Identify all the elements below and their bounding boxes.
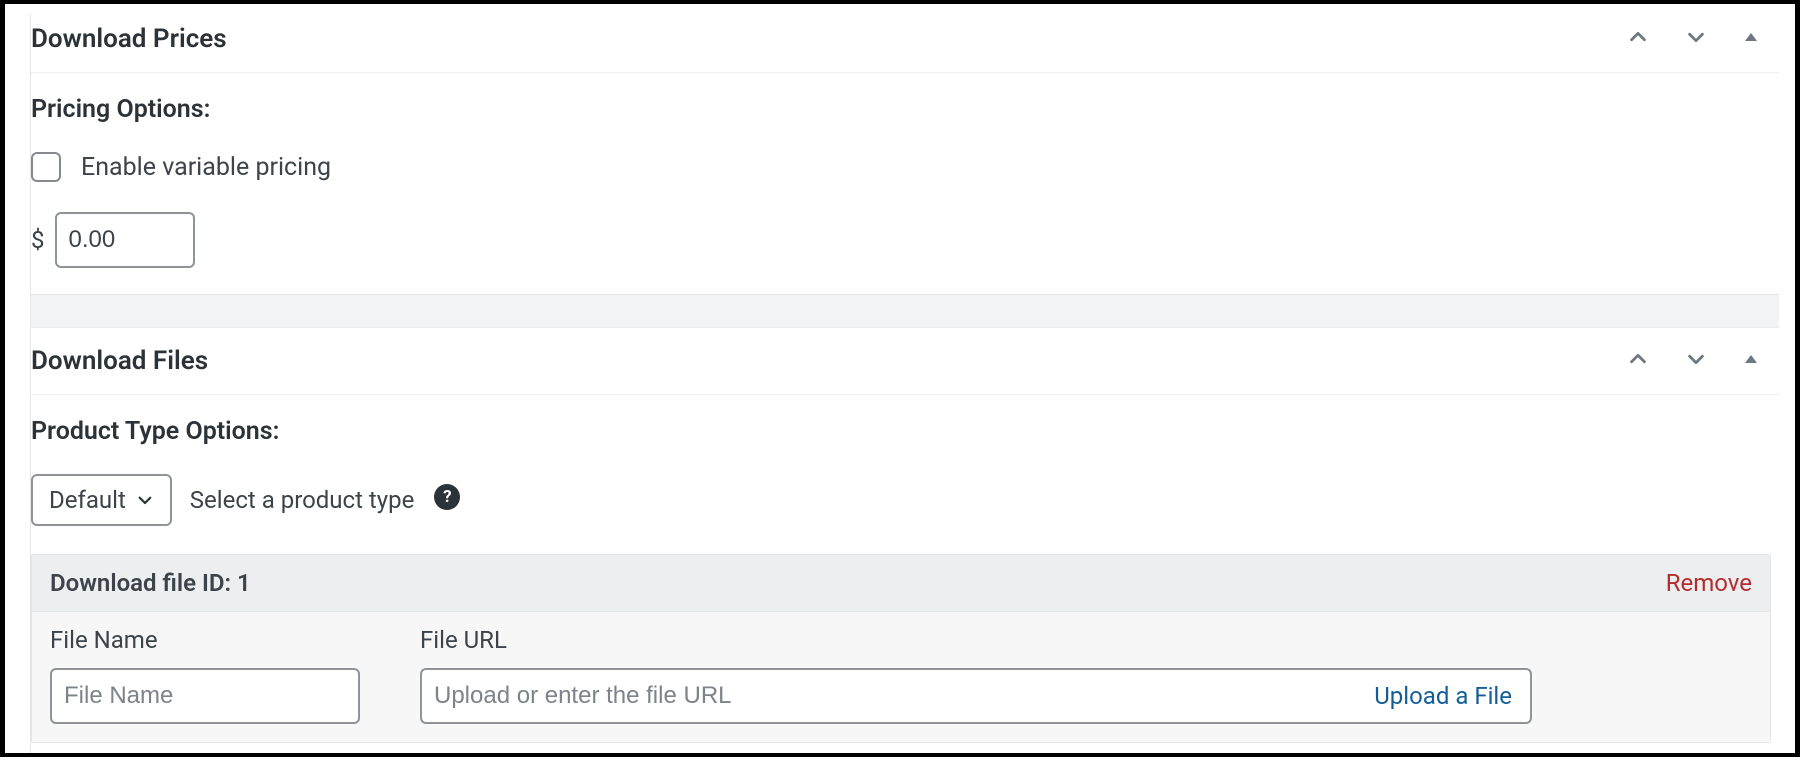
product-type-row: Default Select a product type ? xyxy=(31,474,1779,526)
download-file-id-label: Download file ID: 1 xyxy=(50,569,251,597)
panel-header-prices: Download Prices xyxy=(31,14,1779,73)
product-type-selected: Default xyxy=(49,486,126,514)
pricing-options-label: Pricing Options: xyxy=(31,95,1779,124)
panel-body-files: Product Type Options: Default Select a p… xyxy=(31,395,1779,753)
file-name-label: File Name xyxy=(50,626,360,654)
file-url-input[interactable] xyxy=(422,670,1374,722)
panel-title-files: Download Files xyxy=(31,346,208,376)
panel-controls-files xyxy=(1627,348,1779,374)
remove-file-link[interactable]: Remove xyxy=(1666,569,1752,597)
download-file-header: Download file ID: 1 Remove xyxy=(32,555,1770,612)
file-url-wrap: Upload a File xyxy=(420,668,1532,724)
download-files-panel: Download Files Product Type Options: Def… xyxy=(30,327,1779,753)
panel-title-prices: Download Prices xyxy=(31,24,227,54)
help-icon[interactable]: ? xyxy=(434,484,460,510)
product-type-select[interactable]: Default xyxy=(31,474,172,526)
download-file-body: File Name File URL Upload a File xyxy=(32,612,1770,742)
price-row: $ xyxy=(31,212,1779,268)
panel-separator xyxy=(30,295,1779,327)
move-up-icon[interactable] xyxy=(1627,26,1649,52)
chevron-down-icon xyxy=(136,491,154,509)
product-type-options-label: Product Type Options: xyxy=(31,417,1779,446)
file-url-label: File URL xyxy=(420,626,1532,654)
download-prices-panel: Download Prices Pricing Options: Enable … xyxy=(30,14,1779,295)
move-up-icon[interactable] xyxy=(1627,348,1649,374)
panel-header-files: Download Files xyxy=(31,327,1779,395)
product-type-hint: Select a product type xyxy=(190,486,415,514)
file-name-input[interactable] xyxy=(50,668,360,724)
panel-body-prices: Pricing Options: Enable variable pricing… xyxy=(31,73,1779,294)
upload-file-link[interactable]: Upload a File xyxy=(1374,682,1512,710)
move-down-icon[interactable] xyxy=(1685,26,1707,52)
variable-pricing-row: Enable variable pricing xyxy=(31,152,1779,182)
collapse-icon[interactable] xyxy=(1743,29,1759,49)
currency-symbol: $ xyxy=(31,226,45,254)
panel-controls-prices xyxy=(1627,26,1779,52)
move-down-icon[interactable] xyxy=(1685,348,1707,374)
price-input[interactable] xyxy=(55,212,195,268)
variable-pricing-checkbox[interactable] xyxy=(31,152,61,182)
file-url-column: File URL Upload a File xyxy=(420,626,1532,724)
file-name-column: File Name xyxy=(50,626,360,724)
download-file-box: Download file ID: 1 Remove File Name Fil… xyxy=(31,554,1771,743)
collapse-icon[interactable] xyxy=(1743,351,1759,371)
variable-pricing-label: Enable variable pricing xyxy=(81,153,331,182)
